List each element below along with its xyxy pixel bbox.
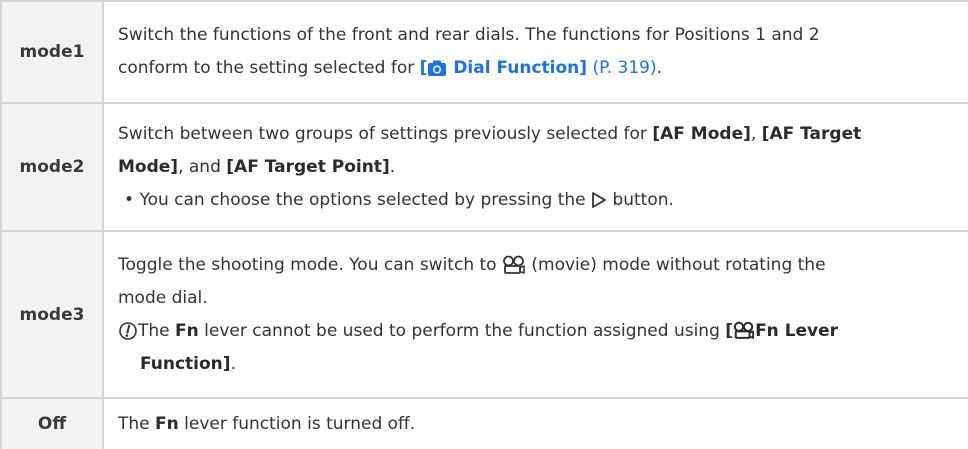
- desc-line: Toggle the shooting mode. You can switch…: [118, 249, 968, 282]
- row-key: mode2: [0, 104, 104, 230]
- link-text: Dial Function]: [447, 58, 588, 78]
- caution-icon: [118, 321, 138, 341]
- desc-text: .: [230, 353, 236, 374]
- desc-text: lever function is turned off.: [178, 413, 416, 434]
- desc-text: .: [389, 156, 396, 177]
- desc-text: conform to the setting selected for: [118, 58, 420, 78]
- table-row-off: Off The Fn lever function is turned off.: [0, 397, 968, 449]
- af-mode-label: [AF Mode]: [652, 123, 751, 144]
- bullet-item: • You can choose the options selected by…: [118, 184, 968, 217]
- right-arrow-button-icon: [591, 191, 607, 209]
- row-key: mode3: [0, 232, 104, 397]
- row-key: mode1: [0, 2, 104, 102]
- desc-text: button.: [607, 189, 674, 210]
- fn-lever-function-label: [ Fn Lever: [725, 321, 838, 341]
- page-reference-link[interactable]: (P. 319): [592, 58, 656, 78]
- fn-label: Fn: [175, 320, 199, 341]
- desc-line: Mode], and [AF Target Point].: [118, 151, 968, 184]
- desc-line: The Fn lever function is turned off.: [118, 408, 968, 441]
- af-target-mode-label: [AF Target: [761, 123, 862, 144]
- label-text: Fn Lever: [755, 320, 839, 341]
- row-key: Off: [0, 399, 104, 449]
- fn-lever-function-label-cont: Function]: [140, 353, 231, 374]
- desc-line: Switch the functions of the front and re…: [118, 25, 820, 45]
- row-description: Switch between two groups of settings pr…: [104, 104, 968, 230]
- table-row-mode2: mode2 Switch between two groups of setti…: [0, 102, 968, 230]
- desc-line: Switch between two groups of settings pr…: [118, 118, 968, 151]
- camera-icon: [427, 60, 447, 77]
- caution-note-continued: Function].: [118, 348, 968, 381]
- desc-text: The: [118, 413, 156, 434]
- table-row-mode3: mode3 Toggle the shooting mode. You can …: [0, 230, 968, 397]
- desc-text: ,: [750, 123, 762, 144]
- desc-text: , and: [178, 156, 227, 177]
- bracket: [: [725, 320, 734, 341]
- desc-text: The: [138, 320, 176, 341]
- desc-text: Switch between two groups of settings pr…: [118, 123, 653, 144]
- desc-text: Toggle the shooting mode. You can switch…: [118, 254, 502, 275]
- af-target-mode-label-cont: Mode]: [118, 156, 179, 177]
- row-description: Switch the functions of the front and re…: [104, 2, 968, 102]
- dial-function-link[interactable]: [ Dial Function]: [420, 58, 587, 78]
- movie-mode-icon: [502, 255, 526, 275]
- settings-table: mode1 Switch the functions of the front …: [0, 0, 968, 449]
- desc-text: (movie) mode without rotating the: [525, 254, 826, 275]
- link-bracket: [: [419, 58, 428, 78]
- desc-line: mode dial.: [118, 287, 208, 308]
- table-row-mode1: mode1 Switch the functions of the front …: [0, 0, 968, 102]
- desc-text: You can choose the options selected by p…: [139, 189, 592, 210]
- row-description: Toggle the shooting mode. You can switch…: [104, 232, 968, 397]
- row-description: The Fn lever function is turned off.: [104, 399, 968, 449]
- bullet-marker: •: [124, 189, 135, 210]
- desc-text: .: [656, 58, 662, 78]
- af-target-point-label: [AF Target Point]: [226, 156, 390, 177]
- desc-line: conform to the setting selected for [ Di…: [118, 52, 968, 85]
- movie-mode-icon: [733, 321, 755, 340]
- caution-note: The Fn lever cannot be used to perform t…: [118, 315, 968, 348]
- fn-label: Fn: [155, 413, 179, 434]
- desc-text: lever cannot be used to perform the func…: [198, 320, 726, 341]
